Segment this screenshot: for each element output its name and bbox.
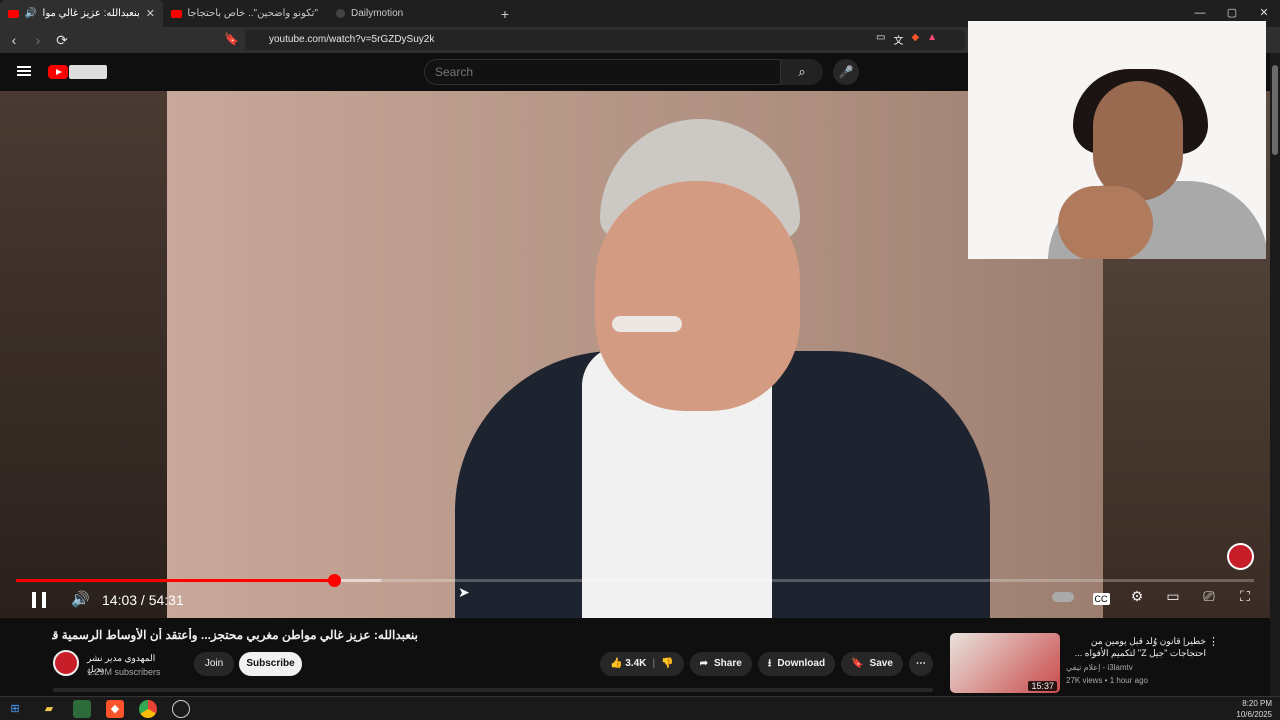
watch-metadata: بنعبدالله: عزيز غالي مواطن مغربي محتجز..… (0, 618, 1280, 696)
video-person-mustache (612, 316, 682, 332)
player-controls: 🔊 14:03 / 54:31 CC ⚙ ▭ ⎚ ⛶ (0, 587, 1270, 613)
description-box-edge (53, 688, 933, 692)
scrollbar-thumb[interactable] (1272, 65, 1278, 155)
speaker-icon: 🔊 (24, 8, 38, 19)
reload-icon[interactable]: ⟳ (52, 32, 72, 49)
dailymotion-favicon-icon (336, 9, 345, 18)
translate-icon[interactable]: 文 (893, 32, 903, 47)
address-bar-icons: ▭ 文 ◆ ▲ (876, 32, 937, 47)
download-icon: ⭳ (767, 658, 772, 669)
webcam-overlay (968, 21, 1266, 259)
download-label: Download (777, 658, 826, 669)
clock-time: 8:20 PM (1242, 699, 1272, 708)
tab-title: بنعبدالله: عزيز غالي مواطن مغ... (43, 8, 140, 19)
brave-rewards-icon[interactable]: ▲ (927, 32, 937, 47)
file-explorer-icon[interactable]: ▰ (40, 700, 58, 718)
bookmark-icon[interactable]: 🔖 (224, 32, 239, 46)
obs-icon[interactable] (172, 700, 190, 718)
recommended-title[interactable]: خطير| قانون وُلد قبل يومين من احتجاجات "… (1066, 635, 1206, 659)
windows-start-icon[interactable]: ⊞ (6, 700, 24, 718)
subscriber-count: 1.29M subscribers (87, 667, 161, 677)
url-field[interactable]: youtube.com/watch?v=5rGZDySuy2k (245, 30, 965, 50)
microphone-icon: 🎤 (838, 65, 854, 79)
app-icon[interactable] (73, 700, 91, 718)
share-button[interactable]: ➦ Share (689, 652, 752, 676)
captions-icon: CC (1092, 592, 1110, 605)
forward-icon[interactable]: › (28, 32, 48, 48)
page-scrollbar[interactable] (1270, 53, 1280, 696)
system-clock[interactable]: 8:20 PM 10/6/2025 (1236, 698, 1272, 720)
cast-icon[interactable]: ⎚ (1200, 588, 1218, 605)
download-button[interactable]: ⭳ Download (757, 652, 836, 676)
settings-gear-icon[interactable]: ⚙ (1128, 588, 1146, 605)
video-actions: 👍 3.4K | 👎 ➦ Share ⭳ Download 🔖 Save ⋯ (600, 652, 933, 676)
channel-watermark-icon[interactable] (1227, 543, 1254, 570)
brave-browser-icon[interactable]: ◆ (106, 700, 124, 718)
progress-bar[interactable] (16, 574, 1254, 587)
more-actions-button[interactable]: ⋯ (908, 652, 933, 676)
youtube-favicon-icon (171, 9, 182, 18)
thumbs-up-icon: 👍 (610, 658, 623, 669)
tab-title: "تكونو واضحين".. خاص باحتجاجات الشـ (188, 8, 318, 19)
save-label: Save (869, 658, 893, 669)
voice-search-button[interactable]: 🎤 (833, 59, 859, 85)
menu-icon[interactable] (17, 66, 31, 76)
recommended-thumbnail[interactable]: 15:37 (950, 633, 1060, 693)
recommended-meta: 27K views • 1 hour ago (1066, 676, 1148, 685)
video-duration-badge: 15:37 (1028, 681, 1057, 691)
player-right-controls: CC ⚙ ▭ ⎚ ⛶ (1052, 588, 1254, 605)
premium-logo-icon (69, 65, 107, 79)
fullscreen-icon[interactable]: ⛶ (1236, 588, 1254, 605)
share-label: Share (714, 658, 742, 669)
screen-icon[interactable]: ▭ (876, 32, 885, 47)
divider: | (652, 658, 656, 669)
more-dots-icon: ⋯ (915, 658, 926, 669)
thumbs-down-icon: 👎 (661, 658, 674, 669)
recommended-video[interactable]: 15:37 خطير| قانون وُلد قبل يومين من احتج… (950, 633, 1230, 693)
tab-dailymotion[interactable]: Dailymotion (328, 0, 493, 27)
chrome-icon[interactable] (139, 700, 157, 718)
video-blur-left (0, 91, 167, 618)
search-button[interactable]: ⌕ (781, 59, 823, 85)
video-title: بنعبدالله: عزيز غالي مواطن مغربي محتجز..… (52, 628, 418, 642)
theater-mode-icon[interactable]: ▭ (1164, 588, 1182, 605)
captions-button[interactable]: CC (1092, 589, 1110, 605)
clock-date: 10/6/2025 (1236, 710, 1272, 719)
tab-title: Dailymotion (351, 8, 404, 19)
subscribe-button[interactable]: Subscribe (239, 652, 302, 676)
search-input[interactable] (424, 59, 781, 85)
search-icon: ⌕ (798, 64, 806, 79)
more-dots-icon[interactable]: ⋮ (1208, 635, 1219, 648)
brave-shield-icon[interactable]: ◆ (911, 32, 919, 47)
tab-active-video[interactable]: 🔊 بنعبدالله: عزيز غالي مواطن مغ... ✕ (0, 0, 163, 27)
back-icon[interactable]: ‹ (4, 32, 24, 48)
progress-played (16, 579, 335, 582)
autoplay-toggle[interactable] (1052, 591, 1074, 602)
channel-avatar[interactable] (53, 650, 79, 676)
pause-button[interactable] (32, 592, 46, 608)
video-person-face (595, 181, 800, 411)
like-button[interactable]: 👍 3.4K (610, 652, 646, 676)
bookmark-icon: 🔖 (851, 658, 864, 669)
youtube-logo-icon[interactable] (48, 65, 68, 79)
taskbar: ⊞ ▰ ◆ 8:20 PM 10/6/2025 (0, 696, 1280, 720)
tab-protests[interactable]: "تكونو واضحين".. خاص باحتجاجات الشـ (163, 0, 328, 27)
close-tab-icon[interactable]: ✕ (146, 7, 155, 20)
join-button[interactable]: Join (194, 652, 234, 676)
like-count: 3.4K (625, 658, 647, 669)
recommended-channel[interactable]: إعلام تيفي - i3lamtv (1066, 663, 1133, 672)
webcam-person-face (1093, 81, 1183, 201)
share-icon: ➦ (699, 658, 709, 669)
youtube-favicon-icon (8, 9, 19, 18)
dislike-button[interactable]: 👎 (661, 652, 673, 676)
save-button[interactable]: 🔖 Save (841, 652, 903, 676)
like-dislike-group: 👍 3.4K | 👎 (600, 652, 684, 676)
volume-icon[interactable]: 🔊 (71, 590, 90, 608)
webcam-person-hands (1058, 186, 1153, 259)
time-display: 14:03 / 54:31 (102, 592, 184, 608)
new-tab-button[interactable]: + (493, 6, 517, 22)
